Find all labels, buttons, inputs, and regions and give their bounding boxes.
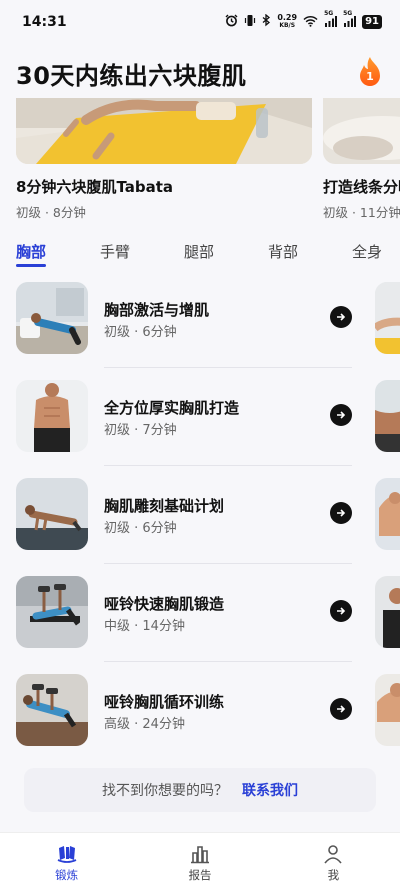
- status-bar: 14:31 0.29 KB/S 5G 5G 91: [0, 0, 400, 44]
- featured-carousel[interactable]: 8分钟六块腹肌Tabata 初级 · 8分钟 打造线条分明 初级 · 11分钟: [0, 98, 400, 228]
- nav-report[interactable]: 报告: [133, 833, 266, 894]
- page-header: 30天内练出六块腹肌 1: [0, 48, 400, 98]
- next-page-thumbnail: [375, 380, 400, 452]
- featured-card[interactable]: 8分钟六块腹肌Tabata 初级 · 8分钟: [16, 98, 312, 221]
- featured-image: [323, 98, 400, 164]
- next-page-thumbnail: [375, 282, 400, 354]
- wifi-icon: [303, 15, 318, 30]
- workout-title: 哑铃胸肌循环训练: [104, 693, 225, 711]
- nav-workout[interactable]: 锻炼: [0, 833, 133, 894]
- next-page-thumbnail: [375, 674, 400, 746]
- signal-icon: 5G: [324, 10, 338, 30]
- contact-us-link[interactable]: 联系我们: [242, 780, 298, 800]
- start-workout-button[interactable]: [330, 306, 352, 328]
- workout-meta: 高级 · 24分钟: [104, 717, 185, 732]
- list-item[interactable]: 哑铃胸肌循环训练 高级 · 24分钟: [16, 662, 352, 760]
- page-title: 30天内练出六块腹肌: [16, 61, 247, 90]
- vibrate-icon: [244, 14, 256, 30]
- alarm-icon: [225, 14, 238, 30]
- bar-chart-icon: [190, 846, 209, 864]
- workout-thumbnail: [16, 576, 88, 648]
- next-page-thumbnail: [375, 576, 400, 648]
- tab-chest[interactable]: 胸部: [16, 240, 47, 272]
- person-icon: [324, 845, 342, 864]
- tab-label: 腿部: [184, 243, 215, 261]
- featured-meta: 初级 · 11分钟: [323, 205, 400, 220]
- tab-label: 胸部: [16, 243, 47, 261]
- featured-title: 8分钟六块腹肌Tabata: [16, 178, 174, 196]
- list-item[interactable]: 胸部激活与增肌 初级 · 6分钟: [16, 270, 352, 368]
- featured-image: [16, 98, 312, 164]
- battery-indicator: 91: [362, 15, 382, 29]
- network-speed-unit: KB/S: [279, 22, 296, 29]
- bottom-nav: 锻炼 报告 我: [0, 832, 400, 894]
- network-speed: 0.29 KB/S: [277, 14, 297, 30]
- arrow-right-icon: [337, 313, 346, 321]
- nav-label: 报告: [188, 868, 212, 882]
- tab-back[interactable]: 背部: [268, 240, 298, 272]
- arrow-right-icon: [337, 705, 346, 713]
- arrow-right-icon: [337, 509, 346, 517]
- network-speed-value: 0.29: [277, 13, 298, 22]
- workout-meta: 初级 · 6分钟: [104, 521, 177, 536]
- arrow-right-icon: [337, 607, 346, 615]
- dumbbell-icon: [57, 846, 77, 863]
- workout-title: 胸肌雕刻基础计划: [104, 497, 225, 515]
- nav-label: 我: [327, 868, 340, 882]
- tab-legs[interactable]: 腿部: [184, 240, 214, 272]
- arrow-right-icon: [337, 411, 346, 419]
- list-item[interactable]: 哑铃快速胸肌锻造 中级 · 14分钟: [16, 564, 352, 662]
- signal-label-2: 5G: [343, 9, 353, 17]
- featured-card[interactable]: 打造线条分明 初级 · 11分钟: [323, 98, 400, 221]
- streak-badge[interactable]: 1: [356, 56, 384, 90]
- tab-label: 背部: [268, 243, 299, 261]
- featured-meta: 初级 · 8分钟: [16, 205, 86, 220]
- workout-thumbnail: [16, 282, 88, 354]
- streak-count: 1: [366, 70, 374, 83]
- tab-label: 全身: [352, 243, 383, 261]
- status-time: 14:31: [22, 14, 67, 30]
- contact-question: 找不到你想要的吗？: [102, 783, 228, 799]
- list-item[interactable]: 全方位厚实胸肌打造 初级 · 7分钟: [16, 368, 352, 466]
- start-workout-button[interactable]: [330, 698, 352, 720]
- featured-title: 打造线条分明: [323, 178, 400, 196]
- workout-thumbnail: [16, 674, 88, 746]
- workout-title: 全方位厚实胸肌打造: [104, 399, 240, 417]
- signal-label-1: 5G: [324, 9, 334, 17]
- workout-title: 胸部激活与增肌: [104, 301, 210, 319]
- workout-meta: 初级 · 6分钟: [104, 325, 177, 340]
- workout-title: 哑铃快速胸肌锻造: [104, 595, 225, 613]
- tab-label: 手臂: [100, 243, 131, 261]
- tab-active-indicator: [16, 264, 47, 267]
- contact-bar: 找不到你想要的吗？ 联系我们: [24, 768, 376, 812]
- tab-arms[interactable]: 手臂: [100, 240, 130, 272]
- workout-thumbnail: [16, 380, 88, 452]
- start-workout-button[interactable]: [330, 600, 352, 622]
- next-page-thumbnail: [375, 478, 400, 550]
- status-icons: 0.29 KB/S 5G 5G 91: [225, 10, 382, 30]
- workout-thumbnail: [16, 478, 88, 550]
- tab-full-body[interactable]: 全身: [352, 240, 382, 272]
- start-workout-button[interactable]: [330, 404, 352, 426]
- nav-me[interactable]: 我: [267, 833, 400, 894]
- category-tabs: 胸部 手臂 腿部 背部 全身: [0, 240, 400, 272]
- signal-icon-2: 5G: [343, 10, 357, 30]
- list-item[interactable]: 胸肌雕刻基础计划 初级 · 6分钟: [16, 466, 352, 564]
- nav-label: 锻炼: [55, 868, 79, 882]
- start-workout-button[interactable]: [330, 502, 352, 524]
- workout-meta: 中级 · 14分钟: [104, 619, 185, 634]
- bluetooth-icon: [262, 13, 271, 30]
- workout-meta: 初级 · 7分钟: [104, 423, 177, 438]
